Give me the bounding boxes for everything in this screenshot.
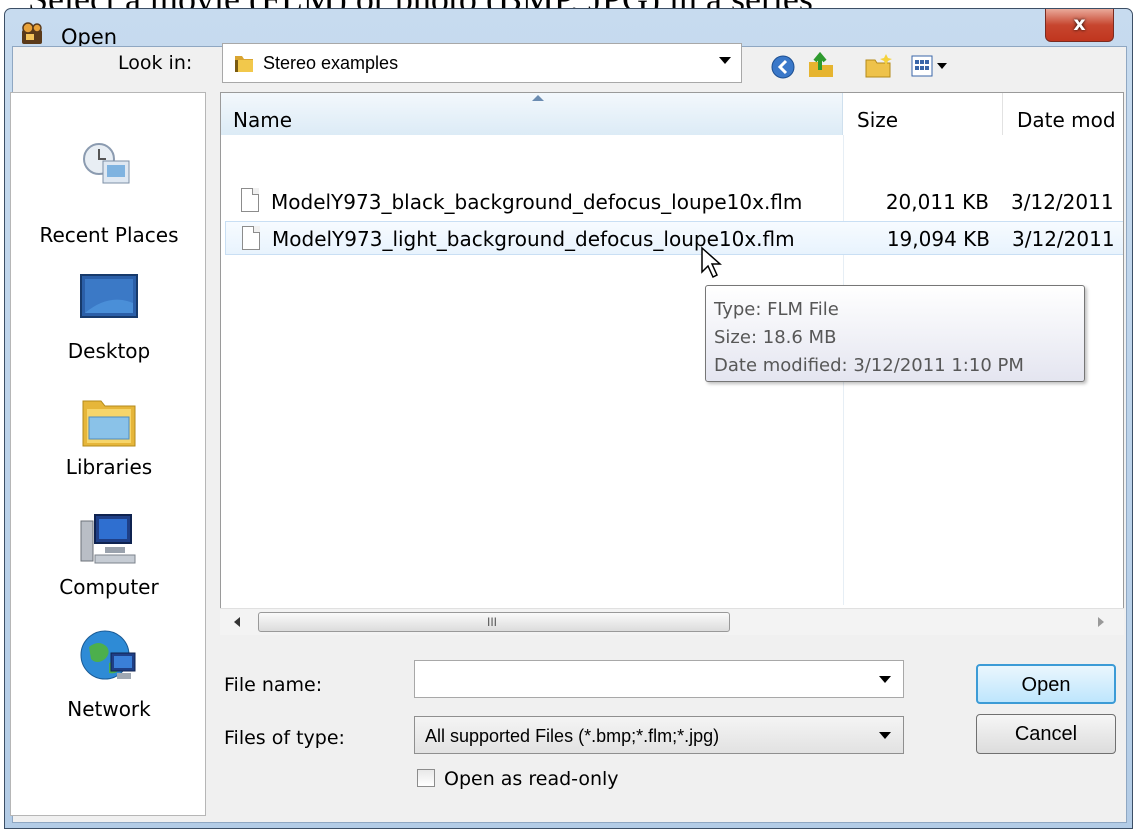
file-size: 20,011 KB <box>885 190 989 214</box>
place-label: Libraries <box>65 455 153 479</box>
file-row[interactable]: ModelY973_black_background_defocus_loupe… <box>225 185 1123 219</box>
file-name-input[interactable] <box>414 660 904 698</box>
tooltip-size: Size: 18.6 MB <box>714 327 837 348</box>
file-date: 3/12/2011 <box>1012 227 1115 251</box>
libraries-icon <box>82 400 136 447</box>
file-name-label: File name: <box>224 674 323 696</box>
column-header-name[interactable]: Name <box>221 93 843 135</box>
scroll-left-icon[interactable] <box>232 616 242 628</box>
column-header-date-modified[interactable]: Date mod <box>1003 93 1123 135</box>
scroll-right-icon[interactable] <box>1096 616 1106 628</box>
scrollbar-grip: III <box>487 615 498 629</box>
tooltip-date: Date modified: 3/12/2011 1:10 PM <box>714 355 1024 376</box>
column-header-label: Name <box>233 108 293 132</box>
computer-icon <box>80 514 136 564</box>
look-in-value: Stereo examples <box>263 53 399 73</box>
file-name: ModelY973_black_background_defocus_loupe… <box>271 190 803 214</box>
close-icon: x <box>1073 13 1086 35</box>
column-header-label: Date mod <box>1017 108 1116 132</box>
scrollbar-thumb[interactable]: III <box>258 612 730 632</box>
file-size: 19,094 KB <box>886 227 990 251</box>
file-icon <box>242 226 260 250</box>
place-label: Desktop <box>67 339 151 363</box>
file-date: 3/12/2011 <box>1011 190 1114 214</box>
new-folder-icon[interactable] <box>864 52 894 80</box>
places-bar: Recent Places Desktop Libraries Computer <box>10 92 206 816</box>
close-button[interactable]: x <box>1045 9 1114 42</box>
file-row-hover[interactable]: ModelY973_light_background_defocus_loupe… <box>225 221 1123 255</box>
read-only-checkbox[interactable] <box>417 769 435 787</box>
chevron-down-icon[interactable] <box>879 732 891 739</box>
folder-icon <box>235 56 253 72</box>
chevron-down-icon[interactable] <box>719 57 731 64</box>
place-label: Network <box>67 697 151 721</box>
chevron-down-icon[interactable] <box>879 676 891 683</box>
column-header-size[interactable]: Size <box>843 93 1003 135</box>
files-of-type-dropdown[interactable]: All supported Files (*.bmp;*.flm;*.jpg) <box>414 716 904 754</box>
look-in-dropdown[interactable]: Stereo examples <box>222 43 742 83</box>
app-icon <box>22 22 42 44</box>
open-button[interactable]: Open <box>976 664 1116 704</box>
tooltip-type: Type: FLM File <box>714 299 839 320</box>
column-header-label: Size <box>857 108 899 132</box>
desktop-icon <box>80 274 138 318</box>
network-icon <box>80 630 136 680</box>
horizontal-scrollbar[interactable]: III <box>220 608 1124 635</box>
back-icon[interactable] <box>770 54 796 80</box>
up-folder-icon[interactable] <box>806 50 836 80</box>
cancel-button[interactable]: Cancel <box>976 714 1116 754</box>
place-label: Computer <box>59 575 159 599</box>
file-icon <box>241 188 259 212</box>
mouse-cursor-icon <box>701 246 722 279</box>
file-info-tooltip: Type: FLM File Size: 18.6 MB Date modifi… <box>705 285 1085 382</box>
files-of-type-value: All supported Files (*.bmp;*.flm;*.jpg) <box>425 726 720 746</box>
place-label: Recent Places <box>39 223 179 247</box>
read-only-label[interactable]: Open as read-only <box>444 768 619 790</box>
sort-ascending-icon <box>532 95 544 101</box>
files-of-type-label: Files of type: <box>224 727 345 749</box>
look-in-label: Look in: <box>118 52 193 74</box>
recent-places-icon <box>83 143 130 184</box>
view-menu-icon[interactable] <box>910 54 962 78</box>
